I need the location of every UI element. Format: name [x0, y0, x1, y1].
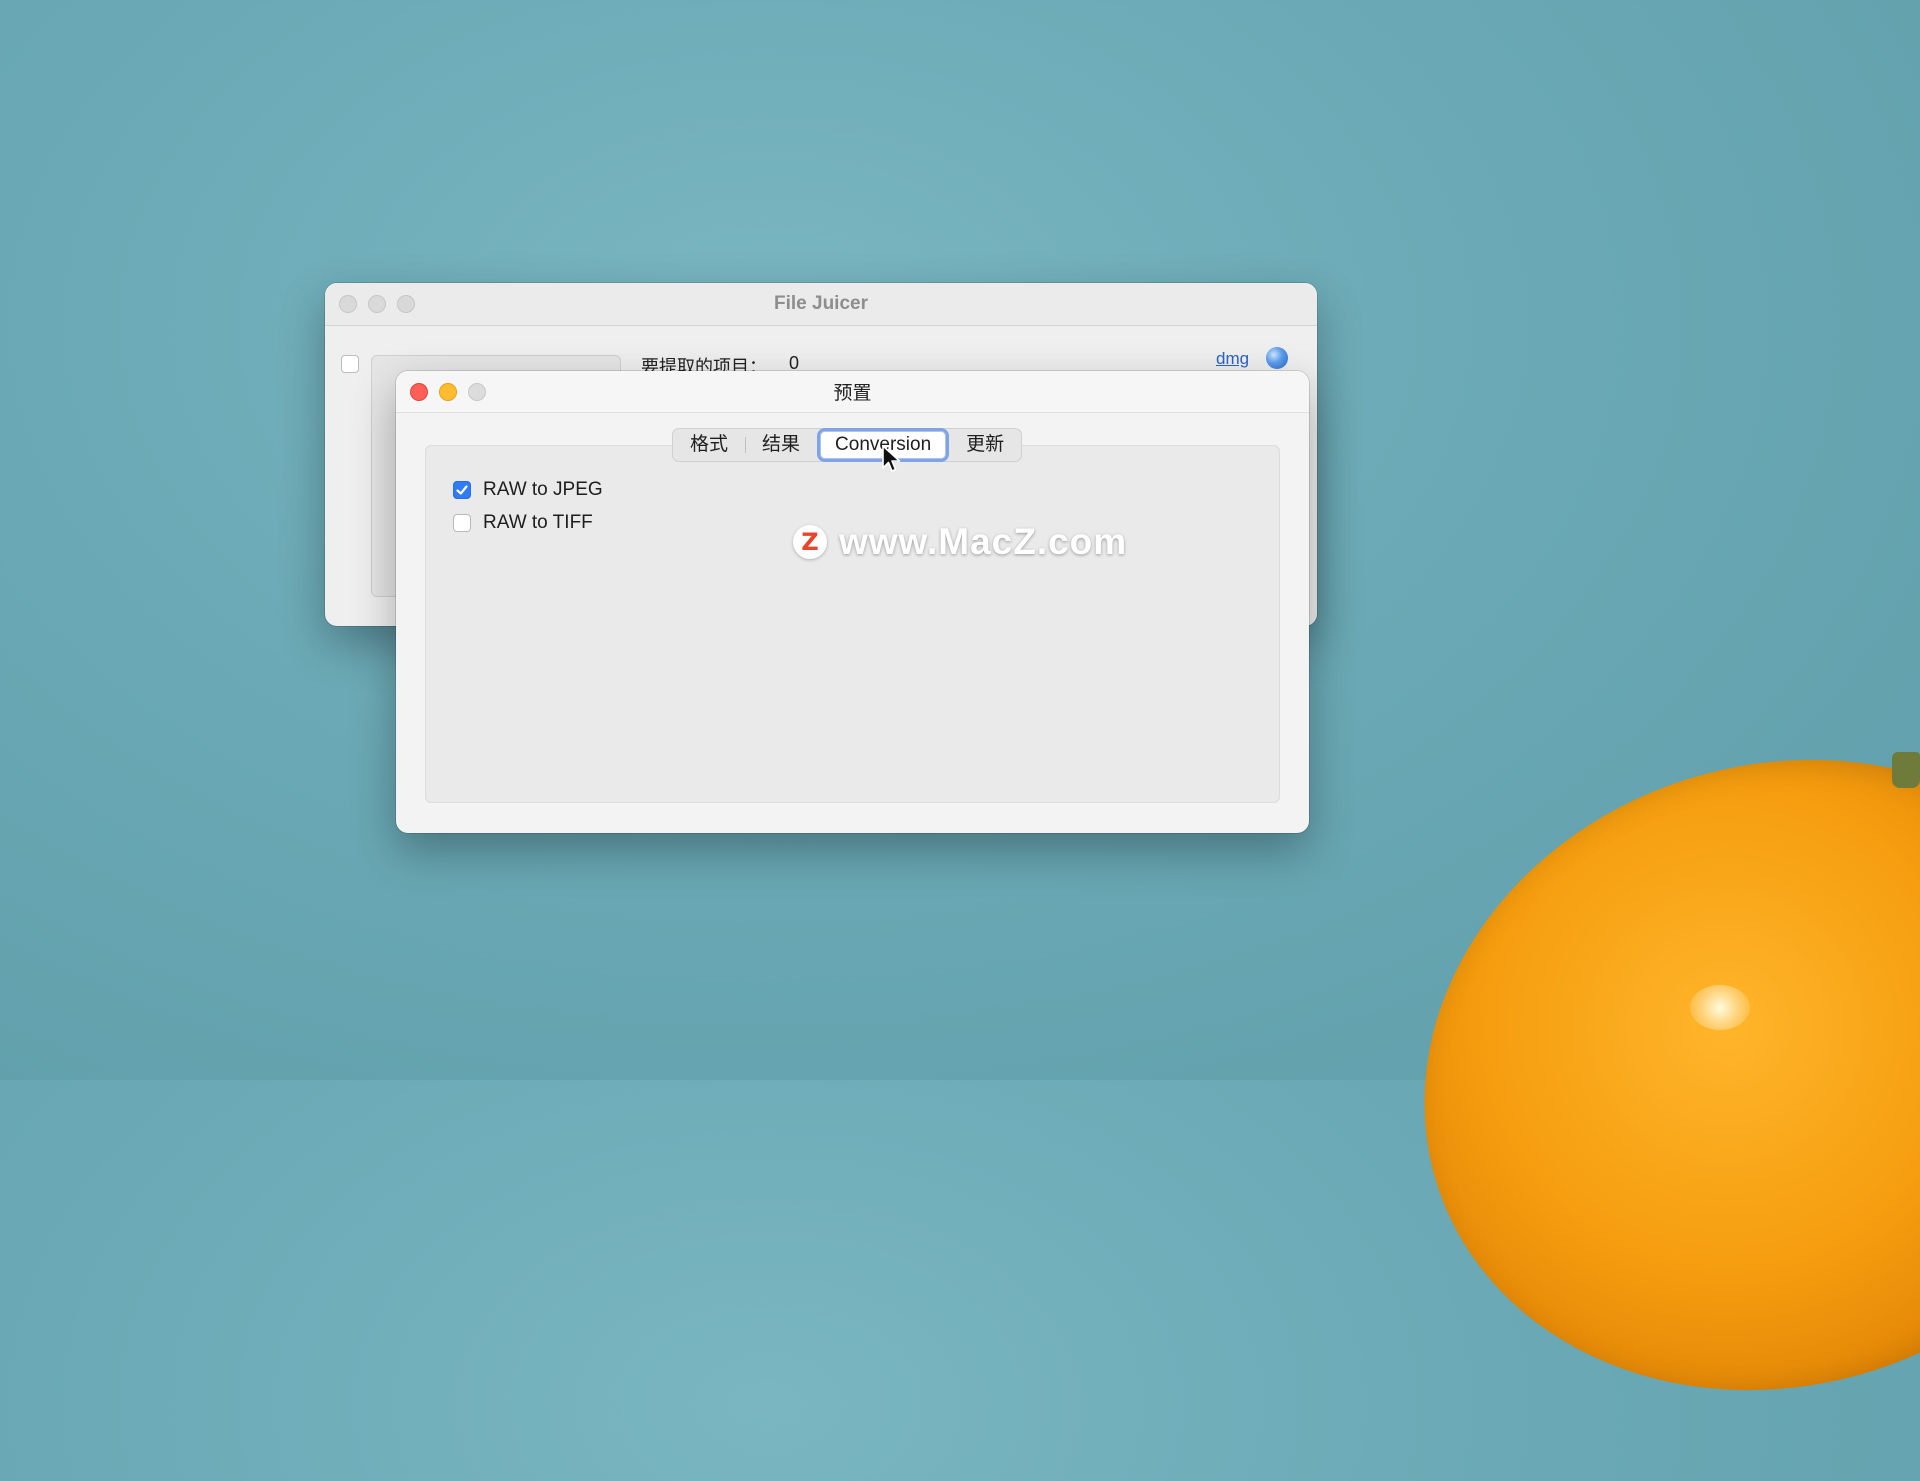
watermark: Z www.MacZ.com — [793, 521, 1127, 563]
tab-format[interactable]: 格式 — [673, 429, 745, 461]
raw-to-jpeg-label: RAW to JPEG — [483, 479, 603, 500]
main-close-icon[interactable] — [339, 295, 357, 313]
raw-to-jpeg-checkbox[interactable] — [453, 481, 471, 499]
tab-results[interactable]: 结果 — [745, 429, 817, 461]
prefs-window-titlebar[interactable]: 预置 — [396, 371, 1309, 413]
main-window-title: File Juicer — [774, 293, 868, 314]
main-zoom-icon[interactable] — [397, 295, 415, 313]
close-icon[interactable] — [410, 383, 428, 401]
raw-to-tiff-checkbox[interactable] — [453, 514, 471, 532]
main-minimize-icon[interactable] — [368, 295, 386, 313]
conversion-pane: RAW to JPEG RAW to TIFF — [425, 445, 1280, 803]
desktop-orange-stem — [1892, 752, 1920, 788]
desktop-orange-highlight — [1690, 985, 1750, 1030]
raw-to-tiff-option[interactable]: RAW to TIFF — [453, 512, 593, 534]
tab-updates[interactable]: 更新 — [949, 429, 1021, 461]
watermark-badge-icon: Z — [793, 525, 827, 559]
prefs-window-title: 预置 — [833, 383, 872, 404]
zoom-icon — [468, 383, 486, 401]
prefs-tab-bar: 格式 结果 Conversion 更新 — [672, 428, 1023, 462]
pointer-cursor-icon — [882, 445, 901, 472]
prefs-window-traffic-lights — [410, 371, 486, 413]
format-link[interactable]: dmg — [1216, 349, 1249, 369]
preferences-window: 预置 格式 结果 Conversion 更新 RAW to JPEG RAW t… — [396, 371, 1309, 833]
desktop-orange-image — [1341, 668, 1920, 1481]
watermark-text: www.MacZ.com — [839, 521, 1128, 562]
raw-to-tiff-label: RAW to TIFF — [483, 512, 593, 533]
watermark-badge-letter: Z — [801, 528, 819, 556]
globe-icon[interactable] — [1266, 347, 1288, 369]
checkmark-icon — [456, 485, 468, 495]
main-select-checkbox[interactable] — [341, 355, 359, 373]
main-window-titlebar[interactable]: File Juicer — [325, 283, 1317, 326]
main-window-traffic-lights — [339, 283, 415, 325]
minimize-icon[interactable] — [439, 383, 457, 401]
raw-to-jpeg-option[interactable]: RAW to JPEG — [453, 479, 603, 501]
